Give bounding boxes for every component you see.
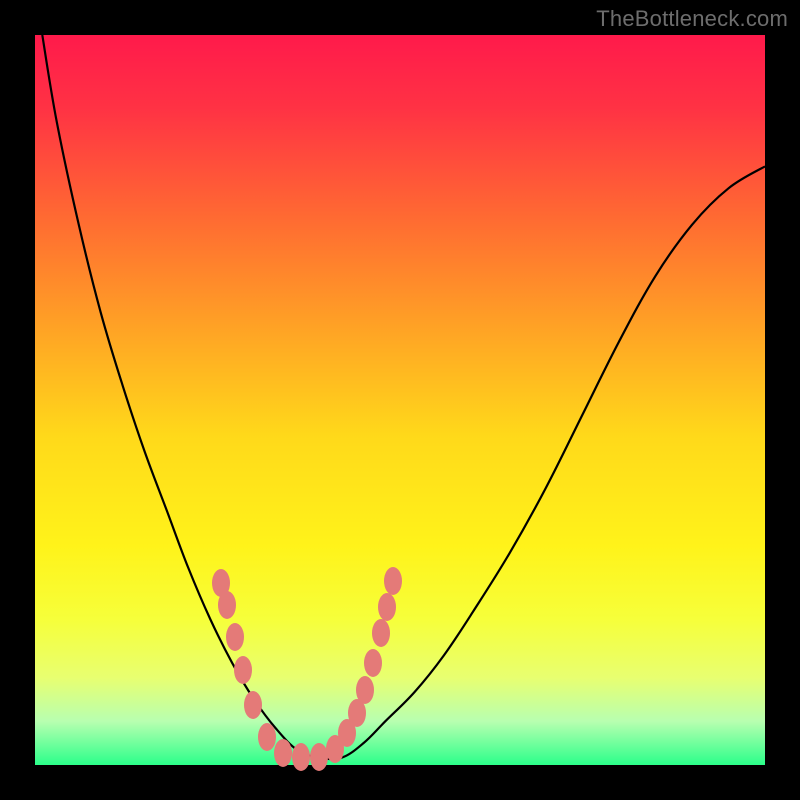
highlight-marker bbox=[384, 567, 402, 595]
highlight-marker bbox=[378, 593, 396, 621]
bottleneck-curve bbox=[35, 35, 765, 765]
highlight-marker bbox=[258, 723, 276, 751]
highlight-marker bbox=[292, 743, 310, 771]
chart-frame: TheBottleneck.com bbox=[0, 0, 800, 800]
highlight-marker bbox=[310, 743, 328, 771]
watermark-text: TheBottleneck.com bbox=[596, 6, 788, 32]
highlight-marker bbox=[244, 691, 262, 719]
highlight-marker bbox=[274, 739, 292, 767]
highlight-marker bbox=[218, 591, 236, 619]
highlight-marker bbox=[226, 623, 244, 651]
plot-area bbox=[35, 35, 765, 765]
curve-line bbox=[42, 35, 765, 759]
highlight-markers bbox=[212, 567, 402, 771]
highlight-marker bbox=[372, 619, 390, 647]
highlight-marker bbox=[364, 649, 382, 677]
highlight-marker bbox=[356, 676, 374, 704]
highlight-marker bbox=[234, 656, 252, 684]
